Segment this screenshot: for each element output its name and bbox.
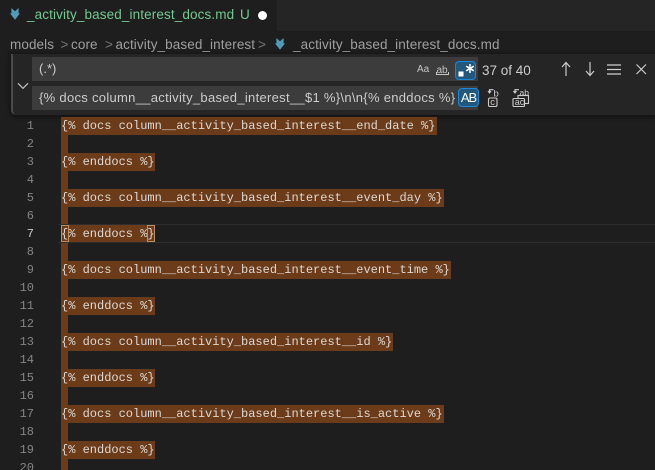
svg-text:ac: ac xyxy=(515,97,525,107)
svg-text:c: c xyxy=(490,96,495,106)
